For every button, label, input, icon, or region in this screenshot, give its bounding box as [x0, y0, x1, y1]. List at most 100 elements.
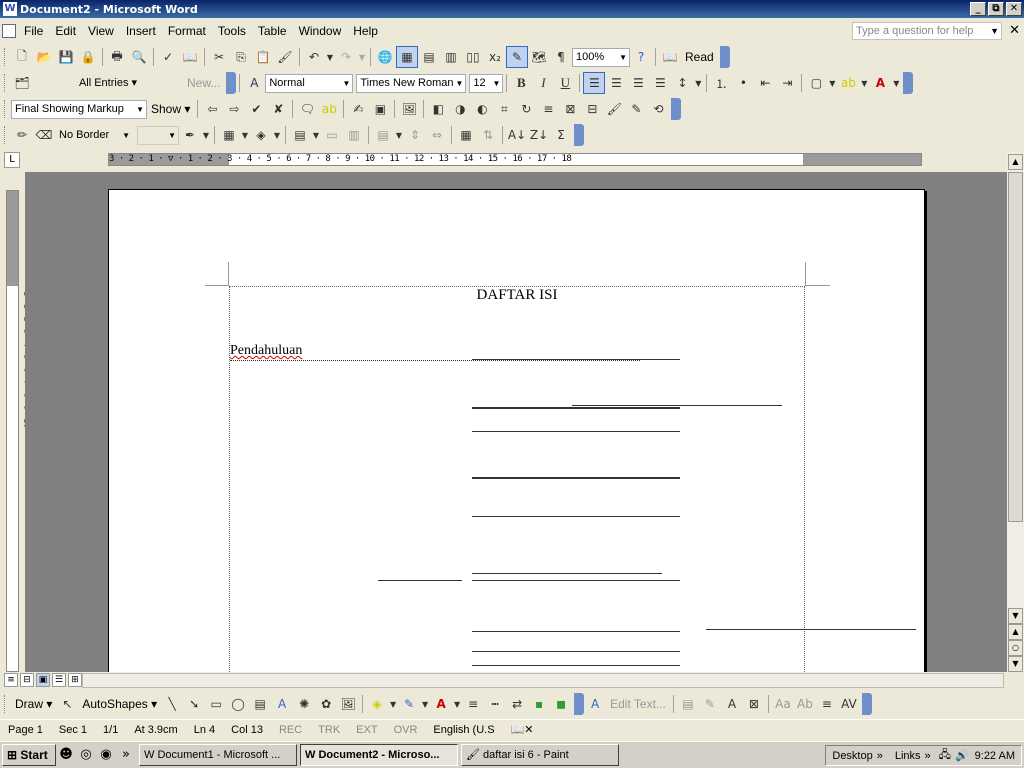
track-changes-icon[interactable]: ✍: [347, 98, 369, 120]
numbering-icon[interactable]: ⒈: [710, 72, 732, 94]
firefox-icon[interactable]: ◉: [96, 745, 116, 765]
rectangle-icon[interactable]: ▭: [205, 693, 227, 715]
network-icon[interactable]: 🖧: [939, 746, 951, 765]
status-rec[interactable]: REC: [271, 724, 310, 736]
document-icon[interactable]: [2, 24, 16, 38]
bold-button[interactable]: B: [510, 72, 532, 94]
shadow-style-icon[interactable]: ▪: [528, 693, 550, 715]
reset-picture-icon[interactable]: ⟲: [647, 98, 669, 120]
increase-indent-icon[interactable]: ⇥: [776, 72, 798, 94]
insert-picture-icon[interactable]: 🖼: [337, 693, 359, 715]
chevron-down-icon[interactable]: ▼: [859, 72, 869, 94]
highlight-icon[interactable]: ab: [837, 72, 859, 94]
styles-icon[interactable]: A: [243, 72, 265, 94]
insert-table-icon[interactable]: ▤: [418, 46, 440, 68]
rotate-icon[interactable]: ↻: [515, 98, 537, 120]
reviewing-pane-icon[interactable]: ▣: [369, 98, 391, 120]
font-color-icon[interactable]: A: [869, 72, 891, 94]
scroll-up-icon[interactable]: ▲: [1008, 154, 1023, 170]
text-wrap-icon[interactable]: ⊟: [581, 98, 603, 120]
edit-text-button[interactable]: Edit Text...: [606, 697, 670, 711]
vertical-ruler[interactable]: 1 · 1 · 2 · 3 · 4 · 5 · 6 · 7 · 8 · 9 · …: [6, 190, 32, 672]
task-document2[interactable]: W Document2 - Microso...: [300, 744, 458, 766]
close-button[interactable]: ✕: [1006, 2, 1022, 16]
color-icon[interactable]: ◧: [427, 98, 449, 120]
align-left-icon[interactable]: ☰: [583, 72, 606, 94]
print-preview-icon[interactable]: 🔍: [128, 46, 150, 68]
fill-color-icon[interactable]: ◈: [366, 693, 388, 715]
autoshapes-menu-button[interactable]: AutoShapes ▾: [78, 697, 161, 711]
task-paint[interactable]: 🖌 daftar isi 6 - Paint: [461, 744, 619, 766]
line-icon[interactable]: ╲: [161, 693, 183, 715]
highlight-icon[interactable]: ab: [318, 98, 340, 120]
read-mode-icon[interactable]: 📖: [659, 46, 681, 68]
chevron-down-icon[interactable]: ▼: [693, 72, 703, 94]
italic-button[interactable]: I: [532, 72, 554, 94]
arrow-icon[interactable]: ➘: [183, 693, 205, 715]
autotext-icon[interactable]: 🗂: [11, 72, 33, 94]
character-spacing-icon[interactable]: AV: [838, 693, 860, 715]
wordart-alignment-icon[interactable]: ≡: [816, 693, 838, 715]
set-transparent-icon[interactable]: ✎: [625, 98, 647, 120]
align-center-icon[interactable]: ☰: [605, 72, 627, 94]
web-layout-icon[interactable]: ⊟: [20, 673, 34, 687]
drawing-icon[interactable]: ✎: [506, 46, 528, 68]
picture-icon[interactable]: 🖼: [398, 98, 420, 120]
clip-art-icon[interactable]: ✿: [315, 693, 337, 715]
markup-select[interactable]: Final Showing Markup ▼: [11, 99, 147, 119]
quicklaunch-more-icon[interactable]: »: [116, 745, 136, 765]
menu-edit[interactable]: Edit: [49, 22, 82, 40]
scroll-down-icon[interactable]: ▼: [1008, 608, 1023, 624]
clock[interactable]: 9:22 AM: [975, 750, 1015, 762]
merge-cells-icon[interactable]: ▭: [321, 124, 343, 146]
toolbar-grip[interactable]: [4, 695, 7, 713]
horizontal-scrollbar[interactable]: [82, 673, 1004, 688]
ask-question-input[interactable]: Type a question for help ▼: [852, 22, 1002, 40]
chevron-down-icon[interactable]: ▼: [122, 127, 130, 144]
vertical-text-icon[interactable]: Ab: [794, 693, 816, 715]
chevron-down-icon[interactable]: ▼: [492, 75, 500, 92]
cut-icon[interactable]: ✂: [208, 46, 230, 68]
save-icon[interactable]: 💾: [55, 46, 77, 68]
permission-icon[interactable]: 🔒: [77, 46, 99, 68]
redo-icon[interactable]: ↷: [335, 46, 357, 68]
chevron-down-icon[interactable]: ▼: [272, 124, 282, 146]
chevron-down-icon[interactable]: ▼: [827, 72, 837, 94]
font-color-icon[interactable]: A: [430, 693, 452, 715]
chevron-down-icon[interactable]: ▼: [136, 101, 144, 118]
outline-view-icon[interactable]: ☰: [52, 673, 66, 687]
chevron-down-icon[interactable]: ▼: [168, 127, 176, 144]
status-ext[interactable]: EXT: [348, 724, 385, 736]
dash-style-icon[interactable]: ┅: [484, 693, 506, 715]
oval-icon[interactable]: ◯: [227, 693, 249, 715]
toolbar-options[interactable]: [226, 72, 237, 94]
chevron-down-icon[interactable]: ▼: [342, 75, 350, 92]
restore-button[interactable]: ⧉: [988, 2, 1004, 16]
toolbar-options[interactable]: [903, 72, 914, 94]
print-icon[interactable]: 🖶: [106, 46, 128, 68]
new-document-icon[interactable]: 🗋: [11, 46, 33, 68]
expand-icon[interactable]: »: [877, 750, 883, 762]
menu-window[interactable]: Window: [293, 22, 348, 40]
subscript-icon[interactable]: x₂: [484, 46, 506, 68]
chevron-down-icon[interactable]: ▼: [311, 124, 321, 146]
align-right-icon[interactable]: ☰: [627, 72, 649, 94]
document-page[interactable]: DAFTAR ISI Pendahuluan: [108, 189, 925, 672]
sort-ascending-icon[interactable]: A↓: [506, 124, 528, 146]
show-menu-button[interactable]: Show ▾: [147, 102, 194, 116]
next-change-icon[interactable]: ⇨: [223, 98, 245, 120]
menu-insert[interactable]: Insert: [120, 22, 162, 40]
paste-icon[interactable]: 📋: [252, 46, 274, 68]
underline-button[interactable]: U: [554, 72, 576, 94]
horizontal-ruler[interactable]: 3 · 2 · 1 · ▽ · 1 · 2 · 3 · 4 · 5 · 6 · …: [108, 153, 922, 166]
menu-format[interactable]: Format: [162, 22, 212, 40]
wordart-edit-icon[interactable]: A: [584, 693, 606, 715]
distribute-columns-icon[interactable]: ⇔: [426, 124, 448, 146]
chevron-down-icon[interactable]: ▼: [452, 693, 462, 715]
vertical-scrollbar[interactable]: ▲ ▼ ▲ ○ ▼: [1007, 152, 1024, 672]
menu-file[interactable]: File: [18, 22, 49, 40]
previous-change-icon[interactable]: ⇦: [201, 98, 223, 120]
select-browse-object-icon[interactable]: ○: [1008, 640, 1023, 656]
chevron-down-icon[interactable]: ▼: [891, 72, 901, 94]
line-color-icon[interactable]: ✎: [398, 693, 420, 715]
